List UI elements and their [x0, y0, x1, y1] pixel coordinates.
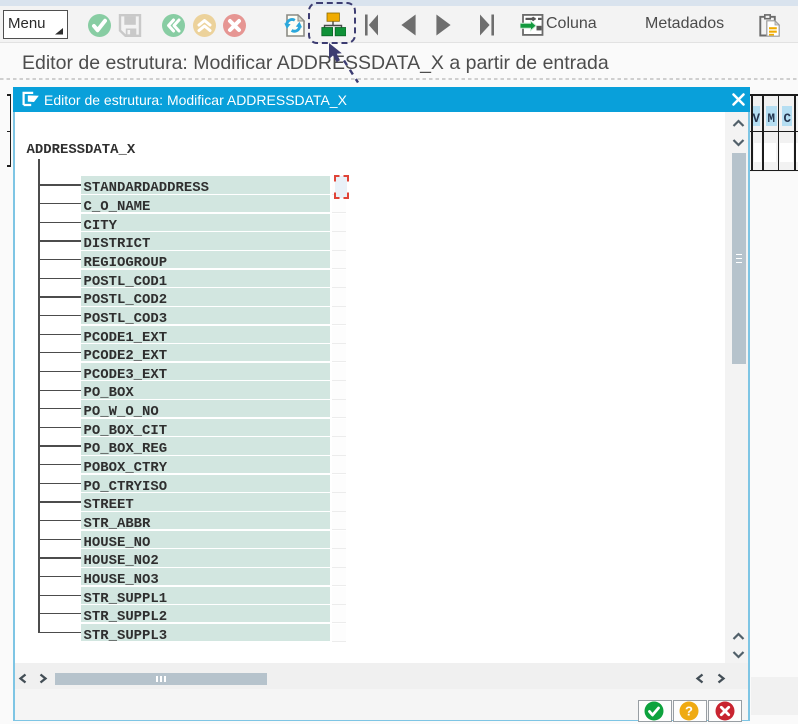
svg-text:?: ?: [685, 703, 693, 718]
